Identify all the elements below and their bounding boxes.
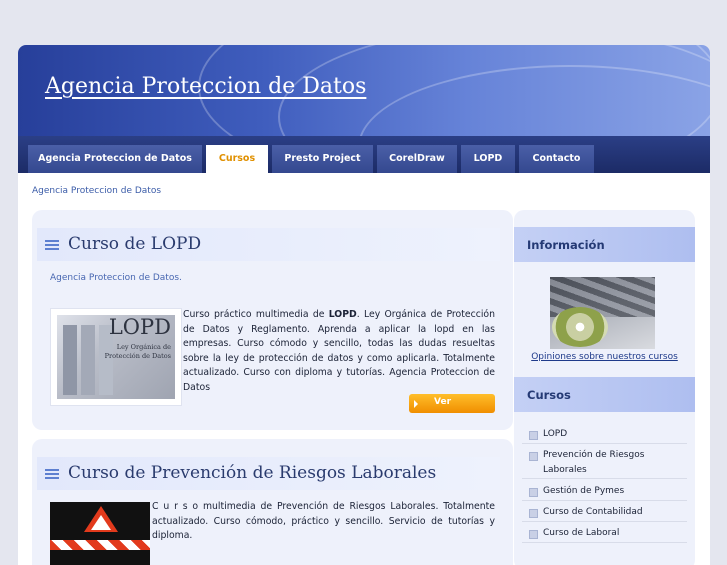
article-description: C u r s o multimedia de Prevención de Ri…: [152, 501, 495, 542]
column-decoration: [63, 325, 77, 395]
tab-presto-project[interactable]: Presto Project: [272, 145, 373, 173]
sidebar-item-label: Curso de Contabilidad: [543, 507, 643, 517]
bullet-icon: [529, 452, 538, 461]
bullet-icon: [529, 431, 538, 440]
article-title[interactable]: Curso de Prevención de Riesgos Laborales: [68, 463, 436, 483]
sidebar-item-riesgos[interactable]: Prevención de Riesgos Laborales: [522, 444, 687, 479]
column-decoration: [81, 325, 95, 395]
riesgos-thumbnail[interactable]: [50, 502, 150, 565]
ver-button-label: Ver: [434, 397, 452, 407]
main-nav: Agencia Proteccion de Datos Cursos Prest…: [18, 136, 710, 173]
article-title[interactable]: Curso de LOPD: [68, 234, 201, 254]
cover-line-1: Ley Orgánica de: [116, 343, 171, 351]
article-subtitle: Agencia Proteccion de Datos.: [50, 273, 182, 283]
site-header: Agencia Proteccion de Datos: [18, 45, 710, 136]
sidebar-item-lopd[interactable]: LOPD: [522, 423, 687, 444]
arrow-right-icon: [414, 400, 418, 408]
bullet-icon: [529, 488, 538, 497]
sidebar: Información Opiniones sobre nuestros cur…: [514, 210, 695, 565]
list-icon: [45, 469, 59, 480]
info-heading: Información: [527, 238, 605, 252]
sidebar-item-contabilidad[interactable]: Curso de Contabilidad: [522, 501, 687, 522]
site-title-link[interactable]: Agencia Proteccion de Datos: [45, 74, 366, 99]
article-title-bar: Curso de Prevención de Riesgos Laborales: [37, 457, 500, 490]
cursos-heading-bar: Cursos: [514, 377, 695, 412]
breadcrumb[interactable]: Agencia Proteccion de Datos: [32, 186, 161, 196]
cursos-heading: Cursos: [527, 388, 571, 402]
opinions-link[interactable]: Opiniones sobre nuestros cursos: [514, 352, 695, 362]
tab-cursos[interactable]: Cursos: [206, 145, 268, 173]
sidebar-item-pymes[interactable]: Gestión de Pymes: [522, 480, 687, 501]
article-lopd: Curso de LOPD Agencia Proteccion de Dato…: [32, 210, 513, 430]
tab-contacto[interactable]: Contacto: [519, 145, 594, 173]
lopd-book-cover: LOPD Ley Orgánica de Protección de Datos: [57, 315, 175, 399]
ver-button[interactable]: Ver: [409, 394, 495, 413]
info-heading-bar: Información: [514, 227, 695, 262]
sidebar-item-label: Gestión de Pymes: [543, 486, 625, 496]
tab-agencia[interactable]: Agencia Proteccion de Datos: [28, 145, 202, 173]
sidebar-item-label: Prevención de Riesgos Laborales: [543, 450, 645, 475]
bullet-icon: [529, 509, 538, 518]
article-title-bar: Curso de LOPD: [37, 228, 500, 261]
article-description: Curso práctico multimedia de LOPD. Ley O…: [183, 309, 495, 393]
bullet-icon: [529, 530, 538, 539]
article-riesgos: Curso de Prevención de Riesgos Laborales…: [32, 439, 513, 565]
lopd-thumbnail[interactable]: LOPD Ley Orgánica de Protección de Datos: [50, 308, 182, 406]
sidebar-item-laboral[interactable]: Curso de Laboral: [522, 522, 687, 543]
lopd-keyword: LOPD: [328, 309, 357, 320]
cover-line-2: Protección de Datos: [104, 352, 171, 360]
sidebar-item-label: LOPD: [543, 429, 568, 439]
tab-coreldraw[interactable]: CorelDraw: [377, 145, 457, 173]
main-content: Curso de LOPD Agencia Proteccion de Dato…: [32, 210, 513, 565]
cover-big-text: LOPD: [108, 315, 171, 339]
tab-lopd[interactable]: LOPD: [461, 145, 515, 173]
barrier-stripes: [50, 540, 150, 550]
keyboard-cd-image[interactable]: [550, 277, 655, 349]
page: Agencia Proteccion de Datos Agencia Prot…: [18, 45, 710, 565]
list-icon: [45, 240, 59, 251]
sidebar-item-label: Curso de Laboral: [543, 528, 620, 538]
cd-disc-icon: [552, 307, 608, 347]
